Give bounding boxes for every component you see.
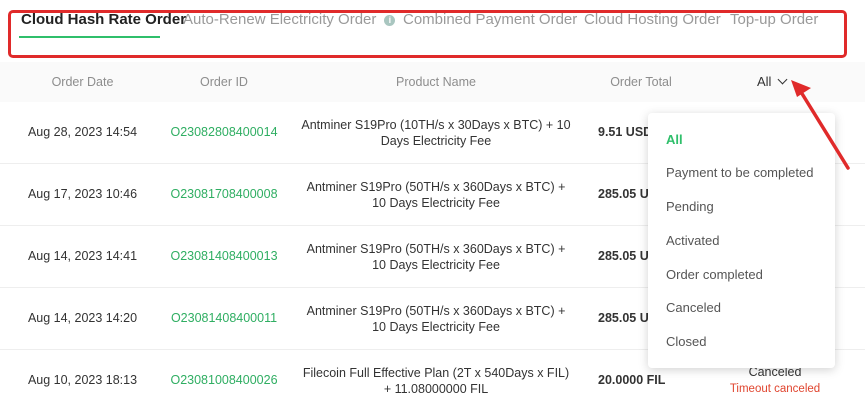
annotation-arrow-icon [791, 80, 850, 170]
